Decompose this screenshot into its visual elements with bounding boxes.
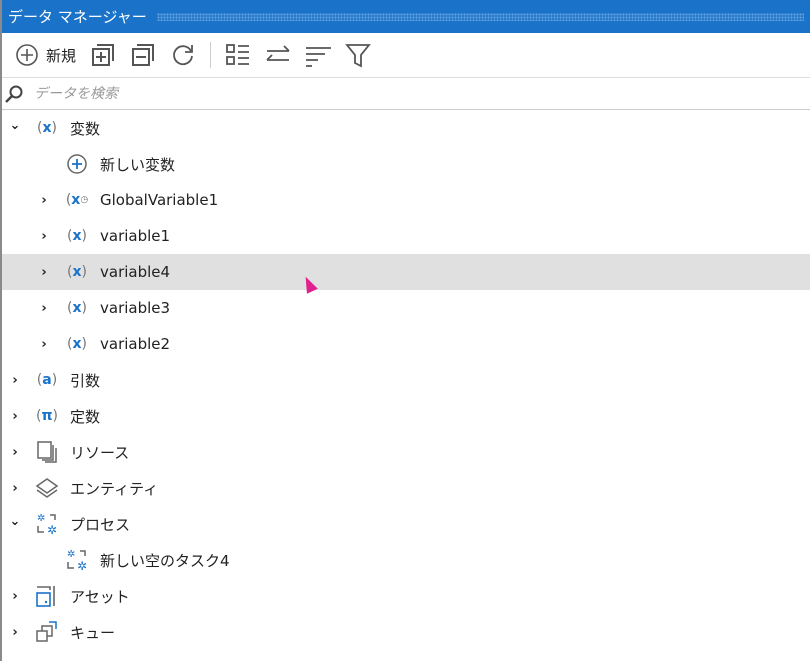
chevron-right-icon[interactable]: › — [37, 193, 51, 208]
drag-grip[interactable] — [156, 12, 804, 21]
tree-item[interactable]: › アセット — [2, 578, 810, 614]
tree-item-label: プロセス — [70, 515, 131, 534]
tree-item-label: リソース — [70, 443, 130, 462]
tree-item[interactable]: › (x ◷ GlobalVariable1 — [2, 182, 810, 218]
tree-item[interactable]: › リソース — [2, 434, 810, 470]
chevron-right-icon[interactable]: › — [8, 409, 22, 424]
tree-item-label: キュー — [70, 623, 116, 642]
chevron-right-icon[interactable]: › — [37, 337, 51, 352]
tree-item[interactable]: ⌄ ✲ ✲ プロセス — [2, 506, 810, 542]
chevron-right-icon[interactable]: › — [8, 625, 22, 640]
constant-icon: (π) — [35, 408, 58, 424]
expand-all-button[interactable] — [90, 39, 116, 71]
sort-icon — [306, 47, 332, 67]
tree-item-label: GlobalVariable1 — [100, 191, 219, 209]
tree-item[interactable]: › (x) variable2 — [2, 326, 810, 362]
plus-circle-icon — [16, 44, 38, 66]
global-variable-icon: (x ◷ — [65, 192, 89, 208]
variable-icon: (x) — [67, 336, 87, 352]
tree-item[interactable]: ✲ ✲ 新しい空のタスク4 — [2, 542, 810, 578]
tree-item-label: アセット — [70, 587, 130, 606]
variable-icon: (x) — [37, 120, 57, 136]
chevron-right-icon[interactable]: › — [37, 265, 51, 280]
svg-text:✲: ✲ — [37, 513, 45, 524]
variable-icon: (x) — [67, 300, 87, 316]
queue-icon — [34, 620, 60, 644]
tree-item[interactable]: ⌄ (x) 変数 — [2, 110, 810, 146]
new-button[interactable]: 新規 — [14, 39, 76, 71]
tree-item[interactable]: › キュー — [2, 614, 810, 650]
tree-item-label: 変数 — [70, 119, 101, 138]
filter-icon — [345, 44, 371, 68]
svg-text:✲: ✲ — [77, 559, 87, 572]
tree-item-label: variable1 — [100, 227, 171, 245]
refresh-icon — [173, 45, 193, 66]
tree-item[interactable]: › エンティティ — [2, 470, 810, 506]
chevron-down-icon[interactable]: ⌄ — [8, 514, 22, 529]
filter-button[interactable] — [345, 39, 371, 71]
svg-text:✲: ✲ — [67, 549, 75, 560]
collapse-all-icon — [132, 44, 155, 66]
tree-item-label: variable2 — [100, 335, 171, 353]
data-tree: ⌄ (x) 変数新しい変数 › (x ◷ GlobalVariable1 › (x) variab… — [2, 110, 810, 650]
argument-icon: (a) — [36, 372, 58, 388]
panel-title-bar: データ マネージャー — [2, 0, 810, 33]
collapse-all-button[interactable] — [130, 39, 156, 71]
tree-item[interactable]: › (x) variable3 — [2, 290, 810, 326]
tree-item[interactable]: 新しい変数 — [2, 146, 810, 182]
tree-item-label: 定数 — [70, 407, 101, 426]
tree-item[interactable]: › (x) variable1 — [2, 218, 810, 254]
expand-all-icon — [92, 44, 115, 66]
search-bar — [2, 78, 810, 110]
sort-button[interactable] — [305, 39, 332, 71]
swap-button[interactable] — [265, 39, 291, 71]
panel-title: データ マネージャー — [8, 8, 147, 26]
new-label: 新規 — [46, 46, 77, 65]
chevron-right-icon[interactable]: › — [37, 229, 51, 244]
asset-icon — [34, 584, 60, 608]
chevron-down-icon[interactable]: ⌄ — [8, 118, 22, 133]
tree-item[interactable]: › (a) 引数 — [2, 362, 810, 398]
tree-item-label: 引数 — [70, 371, 101, 390]
tree-item-label: エンティティ — [70, 479, 159, 498]
chevron-right-icon[interactable]: › — [8, 373, 22, 388]
tree-item-label: variable3 — [100, 299, 171, 317]
variable-icon: (x) — [67, 228, 87, 244]
tree-item[interactable]: › (π) 定数 — [2, 398, 810, 434]
resources-icon — [34, 440, 60, 464]
list-view-button[interactable] — [225, 39, 251, 71]
chevron-right-icon[interactable]: › — [8, 445, 22, 460]
toolbar: 新規 — [2, 33, 810, 78]
search-icon — [5, 85, 23, 103]
chevron-right-icon[interactable]: › — [8, 481, 22, 496]
chevron-right-icon[interactable]: › — [37, 301, 51, 316]
search-input[interactable] — [34, 85, 434, 102]
process-icon: ✲ ✲ — [64, 548, 90, 572]
refresh-button[interactable] — [170, 39, 196, 71]
entities-icon — [34, 476, 60, 500]
toolbar-separator — [210, 42, 212, 68]
add-icon — [64, 152, 90, 176]
chevron-right-icon[interactable]: › — [8, 589, 22, 604]
swap-icon — [266, 45, 290, 61]
tree-item-label: 新しい空のタスク4 — [100, 551, 230, 570]
process-icon: ✲ ✲ — [34, 512, 60, 536]
list-view-icon — [226, 44, 250, 65]
svg-text:✲: ✲ — [47, 523, 57, 536]
tree-item[interactable]: › (x) variable4 — [2, 254, 810, 290]
tree-item-label: 新しい変数 — [100, 155, 176, 174]
tree-item-label: variable4 — [100, 263, 171, 281]
variable-icon: (x) — [67, 264, 87, 280]
